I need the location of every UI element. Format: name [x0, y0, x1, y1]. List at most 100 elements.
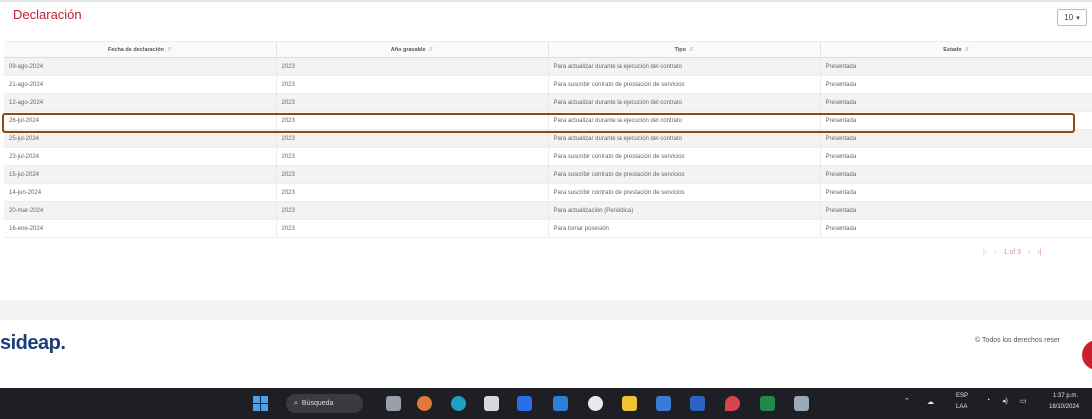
- chevron-up-icon[interactable]: ⌃: [904, 397, 910, 405]
- notepad-icon[interactable]: [794, 396, 809, 411]
- cell-anio: 2023: [275, 183, 548, 202]
- sort-icon[interactable]: ⇵: [965, 47, 970, 53]
- cell-estado: Presentada: [819, 57, 1092, 76]
- cell-anio: 2023: [275, 165, 548, 184]
- cell-anio: 2023: [275, 129, 548, 148]
- chevron-down-icon: ▾: [1076, 14, 1080, 22]
- cell-anio: 2023: [275, 57, 548, 76]
- region-label: LAA: [956, 404, 968, 410]
- sort-icon[interactable]: ⇵: [689, 47, 694, 53]
- pagination: |‹ ‹ 1 of 3 › ›|: [983, 249, 1042, 256]
- windows-start-icon[interactable]: [253, 396, 268, 411]
- cell-fecha: 25-jul-2024: [4, 129, 276, 148]
- table-header-row: Fecha de declaración ⇵ Año gravable ⇵ Tipo…: [4, 41, 1092, 58]
- page-size-value: 10: [1064, 13, 1074, 22]
- sort-icon[interactable]: ⇵: [167, 47, 172, 53]
- app-l-icon[interactable]: [517, 396, 532, 411]
- edge-icon[interactable]: [451, 396, 466, 411]
- sort-icon[interactable]: ⇵: [429, 47, 434, 53]
- cell-estado: Presentada: [819, 165, 1092, 184]
- cell-anio: 2023: [275, 219, 548, 238]
- cell-fecha: 21-ago-2024: [4, 75, 276, 94]
- copilot-icon[interactable]: [417, 396, 432, 411]
- cell-tipo: Para suscribir contrato de prestación de…: [547, 75, 820, 94]
- cell-estado: Presentada: [819, 129, 1092, 148]
- table-row[interactable]: 09-ago-2024 2023 Para actualizar durante…: [4, 57, 1092, 76]
- cell-tipo: Para actualizar durante la ejecución del…: [547, 93, 820, 112]
- cell-fecha: 14-jun-2024: [4, 183, 276, 202]
- cell-anio: 2023: [275, 93, 548, 112]
- first-page-button[interactable]: |‹: [983, 249, 987, 256]
- cell-fecha: 15-jul-2024: [4, 165, 276, 184]
- column-header-fecha[interactable]: Fecha de declaración ⇵: [4, 41, 276, 58]
- cell-fecha: 12-ago-2024: [4, 93, 276, 112]
- page-size-select[interactable]: 10 ▾: [1057, 9, 1087, 26]
- cloud-icon[interactable]: ☁: [927, 398, 934, 406]
- table-row[interactable]: 16-ene-2024 2023 Para tomar posesión Pre…: [4, 219, 1092, 238]
- chrome-icon[interactable]: [588, 396, 603, 411]
- next-page-button[interactable]: ›: [1028, 249, 1030, 256]
- sideap-logo: sideap.: [0, 332, 66, 354]
- cell-estado: Presentada: [819, 201, 1092, 220]
- chat-fab-button[interactable]: [1082, 340, 1092, 370]
- table-row[interactable]: 23-jul-2024 2023 Para suscribir contrato…: [4, 147, 1092, 166]
- declarations-table: Fecha de declaración ⇵ Año gravable ⇵ Tipo…: [4, 41, 1092, 238]
- taskbar-search[interactable]: ⌕ Búsqueda: [286, 394, 363, 413]
- cell-estado: Presentada: [819, 93, 1092, 112]
- column-header-anio[interactable]: Año gravable ⇵: [275, 41, 548, 58]
- search-icon: ⌕: [294, 399, 298, 407]
- store-icon[interactable]: [484, 396, 499, 411]
- speaker-icon[interactable]: ◂): [1002, 397, 1008, 405]
- cell-anio: 2023: [275, 75, 548, 94]
- cell-estado: Presentada: [819, 111, 1092, 130]
- cell-tipo: Para suscribir contrato de prestación de…: [547, 183, 820, 202]
- prev-page-button[interactable]: ‹: [994, 249, 996, 256]
- cell-estado: Presentada: [819, 75, 1092, 94]
- clock-time[interactable]: 1:37 p.m.: [1053, 392, 1078, 400]
- column-header-tipo[interactable]: Tipo ⇵: [547, 41, 820, 58]
- cell-anio: 2023: [275, 147, 548, 166]
- app-icon[interactable]: [656, 396, 671, 411]
- cell-estado: Presentada: [819, 147, 1092, 166]
- wifi-icon[interactable]: ◔: [986, 397, 990, 404]
- battery-icon[interactable]: ▭: [1020, 397, 1027, 405]
- cell-fecha: 26-jul-2024: [4, 111, 276, 130]
- last-page-button[interactable]: ›|: [1037, 249, 1041, 256]
- cell-tipo: Para actualizar durante la ejecución del…: [547, 57, 820, 76]
- search-label: Búsqueda: [301, 400, 334, 407]
- cell-fecha: 23-jul-2024: [4, 147, 276, 166]
- language-label[interactable]: ESP: [956, 392, 968, 400]
- cell-fecha: 09-ago-2024: [4, 57, 276, 76]
- cell-fecha: 20-mar-2024: [4, 201, 276, 220]
- clock-date[interactable]: 18/10/2024: [1049, 403, 1079, 411]
- task-view-icon[interactable]: [386, 396, 401, 411]
- cell-tipo: Para actualizar durante la ejecución del…: [547, 111, 820, 130]
- cell-anio: 2023: [275, 111, 548, 130]
- cell-anio: 2023: [275, 201, 548, 220]
- cell-tipo: Para actualizar durante la ejecución del…: [547, 129, 820, 148]
- top-divider: [0, 0, 1092, 2]
- word-icon[interactable]: [690, 396, 705, 411]
- page-info: 1 of 3: [1003, 249, 1022, 256]
- table-row[interactable]: 15-jul-2024 2023 Para suscribir contrato…: [4, 165, 1092, 184]
- app-drop-icon[interactable]: [725, 396, 740, 411]
- table-row[interactable]: 21-ago-2024 2023 Para suscribir contrato…: [4, 75, 1092, 94]
- cell-tipo: Para tomar posesión: [547, 219, 820, 238]
- table-row[interactable]: 12-ago-2024 2023 Para actualizar durante…: [4, 93, 1092, 112]
- table-row[interactable]: 20-mar-2024 2023 Para actualización (Per…: [4, 201, 1092, 220]
- cell-tipo: Para actualización (Periódica): [547, 201, 820, 220]
- page-title: Declaración: [13, 7, 82, 22]
- outlook-icon[interactable]: [553, 396, 568, 411]
- table-row[interactable]: 25-jul-2024 2023 Para actualizar durante…: [4, 129, 1092, 148]
- file-explorer-icon[interactable]: [622, 396, 637, 411]
- cell-tipo: Para suscribir contrato de prestación de…: [547, 147, 820, 166]
- windows-taskbar: ⌕ Búsqueda ⌃ ☁ ESP LAA ◔ ◂) ▭ 1:37 p.m. …: [0, 388, 1092, 419]
- table-row[interactable]: 14-jun-2024 2023 Para suscribir contrato…: [4, 183, 1092, 202]
- table-row[interactable]: 26-jul-2024 2023 Para actualizar durante…: [4, 111, 1092, 130]
- cell-tipo: Para suscribir contrato de prestación de…: [547, 165, 820, 184]
- cell-fecha: 16-ene-2024: [4, 219, 276, 238]
- cell-estado: Presentada: [819, 183, 1092, 202]
- column-header-estado[interactable]: Estado ⇵: [819, 41, 1092, 58]
- cell-estado: Presentada: [819, 219, 1092, 238]
- excel-icon[interactable]: [760, 396, 775, 411]
